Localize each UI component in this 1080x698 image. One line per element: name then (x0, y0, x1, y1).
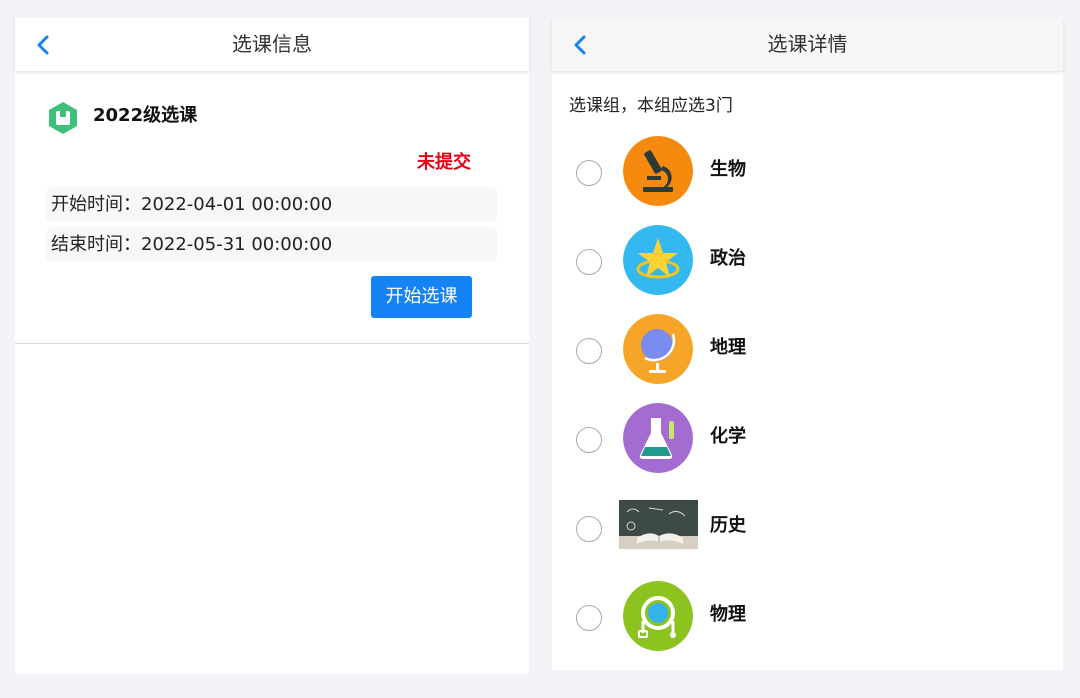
open-book-chalkboard-image (619, 500, 698, 549)
navbar: 选课信息 (15, 18, 529, 71)
star-icon (623, 225, 693, 295)
end-time: 结束时间：2022-05-31 00:00:00 (46, 227, 497, 262)
status-badge: 未提交 (417, 152, 471, 173)
navbar: 选课详情 (552, 18, 1063, 71)
subject-item-biology[interactable]: 生物 (552, 130, 1063, 210)
subject-radio[interactable] (576, 249, 602, 275)
divider (15, 343, 529, 344)
subject-item-physics[interactable]: 物理 (552, 575, 1063, 655)
group-hint: 选课组，本组应选3门 (569, 96, 733, 116)
subject-label: 生物 (710, 159, 746, 180)
subject-radio[interactable] (576, 427, 602, 453)
subject-radio[interactable] (576, 338, 602, 364)
microscope-icon (623, 136, 693, 206)
subject-label: 政治 (710, 248, 746, 269)
subject-item-geography[interactable]: 地理 (552, 308, 1063, 388)
course-detail-panel: 选课详情 选课组，本组应选3门 生物 政治 地理 化学 历史 物理 (552, 18, 1063, 670)
physics-apparatus-icon (623, 581, 693, 651)
course-info-panel: 选课信息 2022级选课 未提交 开始时间：2022-04-01 00:00:0… (15, 18, 529, 674)
subject-label: 物理 (710, 604, 746, 625)
start-selection-button[interactable]: 开始选课 (371, 276, 472, 318)
subject-radio[interactable] (576, 516, 602, 542)
course-hexagon-icon (46, 101, 80, 135)
subject-label: 化学 (710, 426, 746, 447)
subject-label: 地理 (710, 337, 746, 358)
page-title: 选课信息 (232, 32, 312, 56)
flask-icon (623, 403, 693, 473)
subject-item-chemistry[interactable]: 化学 (552, 397, 1063, 477)
course-title: 2022级选课 (93, 105, 198, 126)
subject-item-politics[interactable]: 政治 (552, 219, 1063, 299)
subject-item-history[interactable]: 历史 (552, 486, 1063, 566)
subject-label: 历史 (710, 515, 746, 536)
globe-icon (623, 314, 693, 384)
subject-radio[interactable] (576, 160, 602, 186)
page-title: 选课详情 (767, 32, 848, 56)
subject-radio[interactable] (576, 605, 602, 631)
start-time: 开始时间：2022-04-01 00:00:00 (46, 187, 497, 222)
